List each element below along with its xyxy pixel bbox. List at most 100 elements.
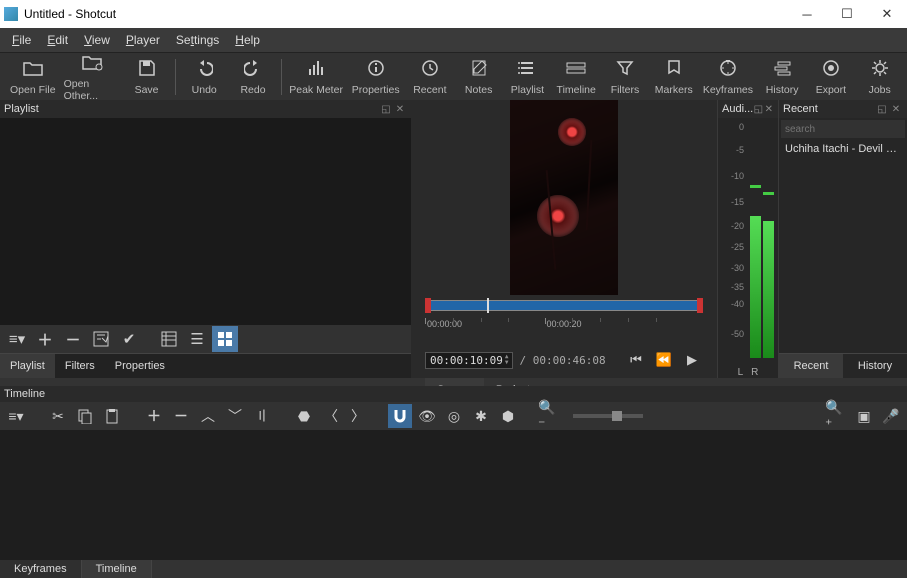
- zoom-in-button[interactable]: 🔍⁺: [825, 404, 849, 428]
- props-button[interactable]: Properties: [347, 54, 405, 100]
- zoom-fit-button[interactable]: ▣: [852, 404, 876, 428]
- prev-marker-button[interactable]: 〈: [319, 404, 343, 428]
- app-logo: [4, 7, 18, 21]
- split-button[interactable]: 〢: [250, 404, 274, 428]
- playlist-view-details-button[interactable]: [156, 326, 182, 352]
- jobs-icon: [871, 59, 889, 82]
- timeline-button[interactable]: Timeline: [553, 54, 600, 100]
- playlist-view-tiles-button[interactable]: [212, 326, 238, 352]
- export-label: Export: [816, 84, 846, 96]
- recent-item[interactable]: Uchiha Itachi - Devil Eye...: [779, 140, 907, 158]
- timeline-menu-button[interactable]: ≡▾: [4, 404, 28, 428]
- menu-settings[interactable]: Settings: [168, 33, 227, 47]
- jobs-button[interactable]: Jobs: [856, 54, 903, 100]
- keyframes-icon: [719, 59, 737, 82]
- timeline-body[interactable]: [0, 430, 907, 560]
- tab-history[interactable]: History: [843, 354, 907, 378]
- notes-button[interactable]: Notes: [455, 54, 502, 100]
- lift-button[interactable]: ︿: [196, 404, 220, 428]
- recent-undock-icon[interactable]: ◱: [875, 104, 889, 115]
- ripple-markers-button[interactable]: ⬢: [496, 404, 520, 428]
- playlist-menu-button[interactable]: ≡▾: [4, 326, 30, 352]
- playlist-update-button[interactable]: [88, 326, 114, 352]
- menu-help[interactable]: Help: [227, 33, 268, 47]
- keyframes-button[interactable]: Keyframes: [699, 54, 757, 100]
- audio-close-icon[interactable]: ✕: [764, 104, 774, 115]
- recent-button[interactable]: Recent: [406, 54, 453, 100]
- redo-icon: [244, 59, 262, 82]
- playlist-view-list-button[interactable]: ☰: [184, 326, 210, 352]
- marker-button[interactable]: ⬣: [292, 404, 316, 428]
- audio-scale--15: -15: [731, 197, 744, 207]
- scrub-bar[interactable]: [425, 300, 703, 311]
- tab-filters[interactable]: Filters: [55, 354, 105, 378]
- open-button[interactable]: Open File: [4, 54, 62, 100]
- remove-button[interactable]: －: [169, 404, 193, 428]
- peak-button[interactable]: Peak Meter: [287, 54, 345, 100]
- menu-file[interactable]: File: [4, 33, 39, 47]
- playlist-button[interactable]: Playlist: [504, 54, 551, 100]
- maximize-button[interactable]: ☐: [827, 0, 867, 28]
- zoom-out-button[interactable]: 🔍⁻: [538, 404, 562, 428]
- cut-button[interactable]: ✂: [46, 404, 70, 428]
- copy-button[interactable]: [73, 404, 97, 428]
- peak-icon: [307, 59, 325, 82]
- open-other-button[interactable]: Open Other...: [64, 54, 122, 100]
- skip-prev-button[interactable]: ⏮: [625, 352, 647, 368]
- history-button[interactable]: History: [759, 54, 806, 100]
- playlist-label: Playlist: [511, 84, 544, 96]
- tab-properties[interactable]: Properties: [105, 354, 175, 378]
- next-marker-button[interactable]: 〉: [346, 404, 370, 428]
- markers-button[interactable]: Markers: [650, 54, 697, 100]
- menu-edit[interactable]: Edit: [39, 33, 76, 47]
- playlist-check-button[interactable]: ✔: [116, 326, 142, 352]
- play-button[interactable]: ▶: [681, 352, 703, 368]
- audio-scale--40: -40: [731, 299, 744, 309]
- timecode-value: 00:00:10:09: [430, 354, 503, 367]
- playhead[interactable]: [487, 298, 489, 313]
- save-label: Save: [135, 84, 159, 96]
- timecode-input[interactable]: 00:00:10:09 ▲▼: [425, 352, 513, 369]
- playlist-body[interactable]: [0, 118, 411, 325]
- audio-scale--35: -35: [731, 282, 744, 292]
- playlist-undock-icon[interactable]: ◱: [379, 104, 393, 115]
- audio-bar-right: [763, 221, 774, 358]
- redo-button[interactable]: Redo: [230, 54, 277, 100]
- menu-player[interactable]: Player: [118, 33, 168, 47]
- recent-list[interactable]: Uchiha Itachi - Devil Eye...: [779, 140, 907, 353]
- close-button[interactable]: ✕: [867, 0, 907, 28]
- playlist-add-button[interactable]: ＋: [32, 326, 58, 352]
- audio-undock-icon[interactable]: ◱: [753, 104, 763, 115]
- save-icon: [138, 59, 156, 82]
- export-button[interactable]: Export: [808, 54, 855, 100]
- playlist-close-icon[interactable]: ✕: [393, 104, 407, 115]
- save-button[interactable]: Save: [123, 54, 170, 100]
- record-audio-button[interactable]: 🎤: [879, 404, 903, 428]
- video-preview[interactable]: [510, 100, 618, 295]
- recent-title: Recent: [783, 103, 818, 115]
- bottom-tab-timeline[interactable]: Timeline: [82, 560, 152, 578]
- markers-icon: [665, 59, 683, 82]
- audio-scale--5: -5: [736, 145, 744, 155]
- append-button[interactable]: ＋: [142, 404, 166, 428]
- scrub-audio-button[interactable]: 👁: [415, 404, 439, 428]
- snap-button[interactable]: [388, 404, 412, 428]
- ripple-all-button[interactable]: ✱: [469, 404, 493, 428]
- rewind-button[interactable]: ⏪: [653, 352, 675, 368]
- playlist-remove-button[interactable]: －: [60, 326, 86, 352]
- tab-recent[interactable]: Recent: [779, 354, 843, 378]
- minimize-button[interactable]: ─: [787, 0, 827, 28]
- zoom-slider[interactable]: [573, 414, 643, 418]
- ripple-button[interactable]: ◎: [442, 404, 466, 428]
- bottom-tab-keyframes[interactable]: Keyframes: [0, 560, 82, 578]
- recent-search-input[interactable]: [781, 120, 905, 138]
- audio-scale-0: 0: [739, 122, 744, 132]
- menu-view[interactable]: View: [76, 33, 118, 47]
- recent-close-icon[interactable]: ✕: [889, 104, 903, 115]
- paste-button[interactable]: [100, 404, 124, 428]
- undo-button[interactable]: Undo: [181, 54, 228, 100]
- tab-playlist[interactable]: Playlist: [0, 354, 55, 378]
- preview-ruler[interactable]: 00:00:00 00:00:20: [425, 318, 703, 340]
- overwrite-button[interactable]: ﹀: [223, 404, 247, 428]
- filters-button[interactable]: Filters: [602, 54, 649, 100]
